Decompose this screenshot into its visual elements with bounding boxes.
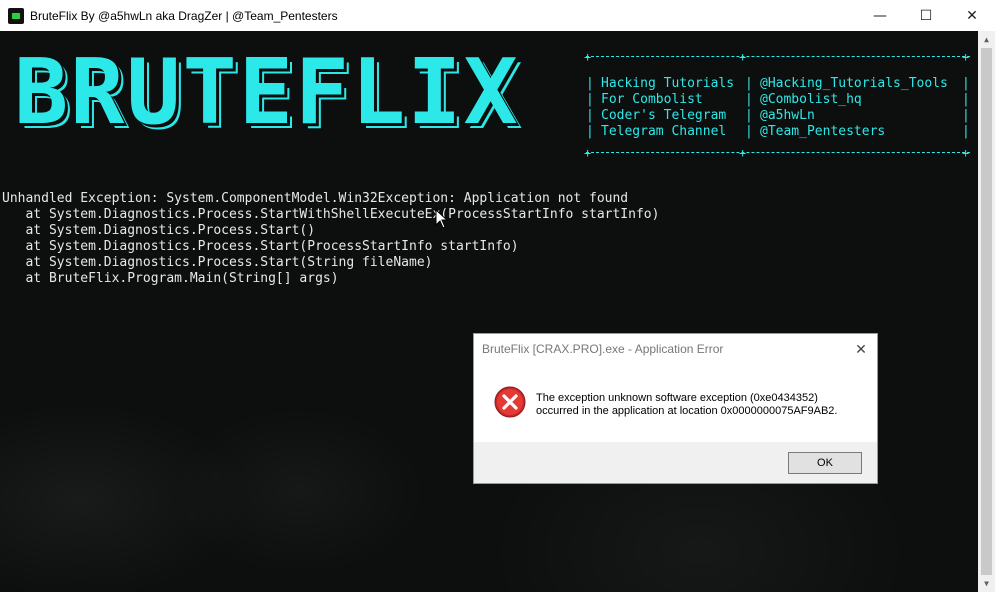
- window-controls: — ☐ ✕: [857, 0, 995, 31]
- dialog-message-line: occurred in the application at location …: [536, 405, 838, 417]
- info-row: | Coder's Telegram | @a5hwLn |: [586, 108, 970, 123]
- info-box: + + + | Hacking Tutorials | @Hacking_Tut…: [584, 50, 970, 160]
- dialog-title: BruteFlix [CRAX.PRO].exe - Application E…: [482, 342, 724, 356]
- info-row: | Telegram Channel | @Team_Pentesters |: [586, 124, 970, 139]
- exception-line: Unhandled Exception: System.ComponentMod…: [2, 191, 629, 206]
- dialog-close-button[interactable]: ✕: [845, 334, 877, 364]
- app-icon: [8, 7, 24, 24]
- window-title: BruteFlix By @a5hwLn aka DragZer | @Team…: [30, 8, 338, 23]
- info-box-top-border: [586, 56, 970, 58]
- scroll-down-arrow-icon[interactable]: ▼: [978, 575, 995, 592]
- application-error-dialog: BruteFlix [CRAX.PRO].exe - Application E…: [473, 333, 878, 484]
- mouse-cursor-icon: [435, 209, 449, 229]
- info-box-corner: +: [584, 146, 592, 160]
- info-handle: @Combolist_hq: [760, 92, 862, 107]
- vertical-scrollbar[interactable]: ▲ ▼: [978, 31, 995, 592]
- info-label: For Combolist: [601, 92, 703, 107]
- window-titlebar: BruteFlix By @a5hwLn aka DragZer | @Team…: [0, 0, 995, 31]
- dialog-titlebar: BruteFlix [CRAX.PRO].exe - Application E…: [474, 334, 877, 365]
- info-handle: @Hacking_Tutorials_Tools: [760, 76, 948, 91]
- info-label: Hacking Tutorials: [601, 76, 735, 91]
- info-box-bottom-border: [586, 152, 970, 154]
- info-box-corner: +: [962, 146, 970, 160]
- stack-frame: at System.Diagnostics.Process.StartWithS…: [2, 207, 660, 222]
- scroll-up-arrow-icon[interactable]: ▲: [978, 31, 995, 48]
- minimize-button[interactable]: —: [857, 0, 903, 31]
- dialog-body: The exception unknown software exception…: [474, 364, 877, 442]
- info-label: Coder's Telegram: [601, 108, 727, 123]
- info-handle: @a5hwLn: [760, 108, 815, 123]
- maximize-button[interactable]: ☐: [903, 0, 949, 31]
- stack-frame: at System.Diagnostics.Process.Start(Proc…: [2, 239, 519, 254]
- dialog-message-line: The exception unknown software exception…: [536, 392, 818, 404]
- stack-frame: at BruteFlix.Program.Main(String[] args): [2, 271, 339, 286]
- stack-frame: at System.Diagnostics.Process.Start(): [2, 223, 316, 238]
- bruteflix-logo: BRUTEFLIX: [14, 40, 520, 145]
- info-row: | Hacking Tutorials | @Hacking_Tutorials…: [586, 76, 970, 91]
- scroll-thumb[interactable]: [981, 48, 992, 575]
- dialog-message: The exception unknown software exception…: [536, 392, 838, 418]
- console-output[interactable]: BRUTEFLIX + + + | Hacking Tutorials | @H…: [0, 31, 978, 592]
- ok-button[interactable]: OK: [788, 452, 862, 474]
- info-row: | For Combolist | @Combolist_hq |: [586, 92, 970, 107]
- dialog-footer: OK: [474, 442, 877, 483]
- exception-trace: Unhandled Exception: System.ComponentMod…: [2, 191, 659, 287]
- info-handle: @Team_Pentesters: [760, 124, 886, 139]
- info-label: Telegram Channel: [601, 124, 727, 139]
- info-box-corner: +: [739, 146, 747, 160]
- error-icon: [494, 386, 526, 418]
- close-button[interactable]: ✕: [949, 0, 995, 31]
- stack-frame: at System.Diagnostics.Process.Start(Stri…: [2, 255, 433, 270]
